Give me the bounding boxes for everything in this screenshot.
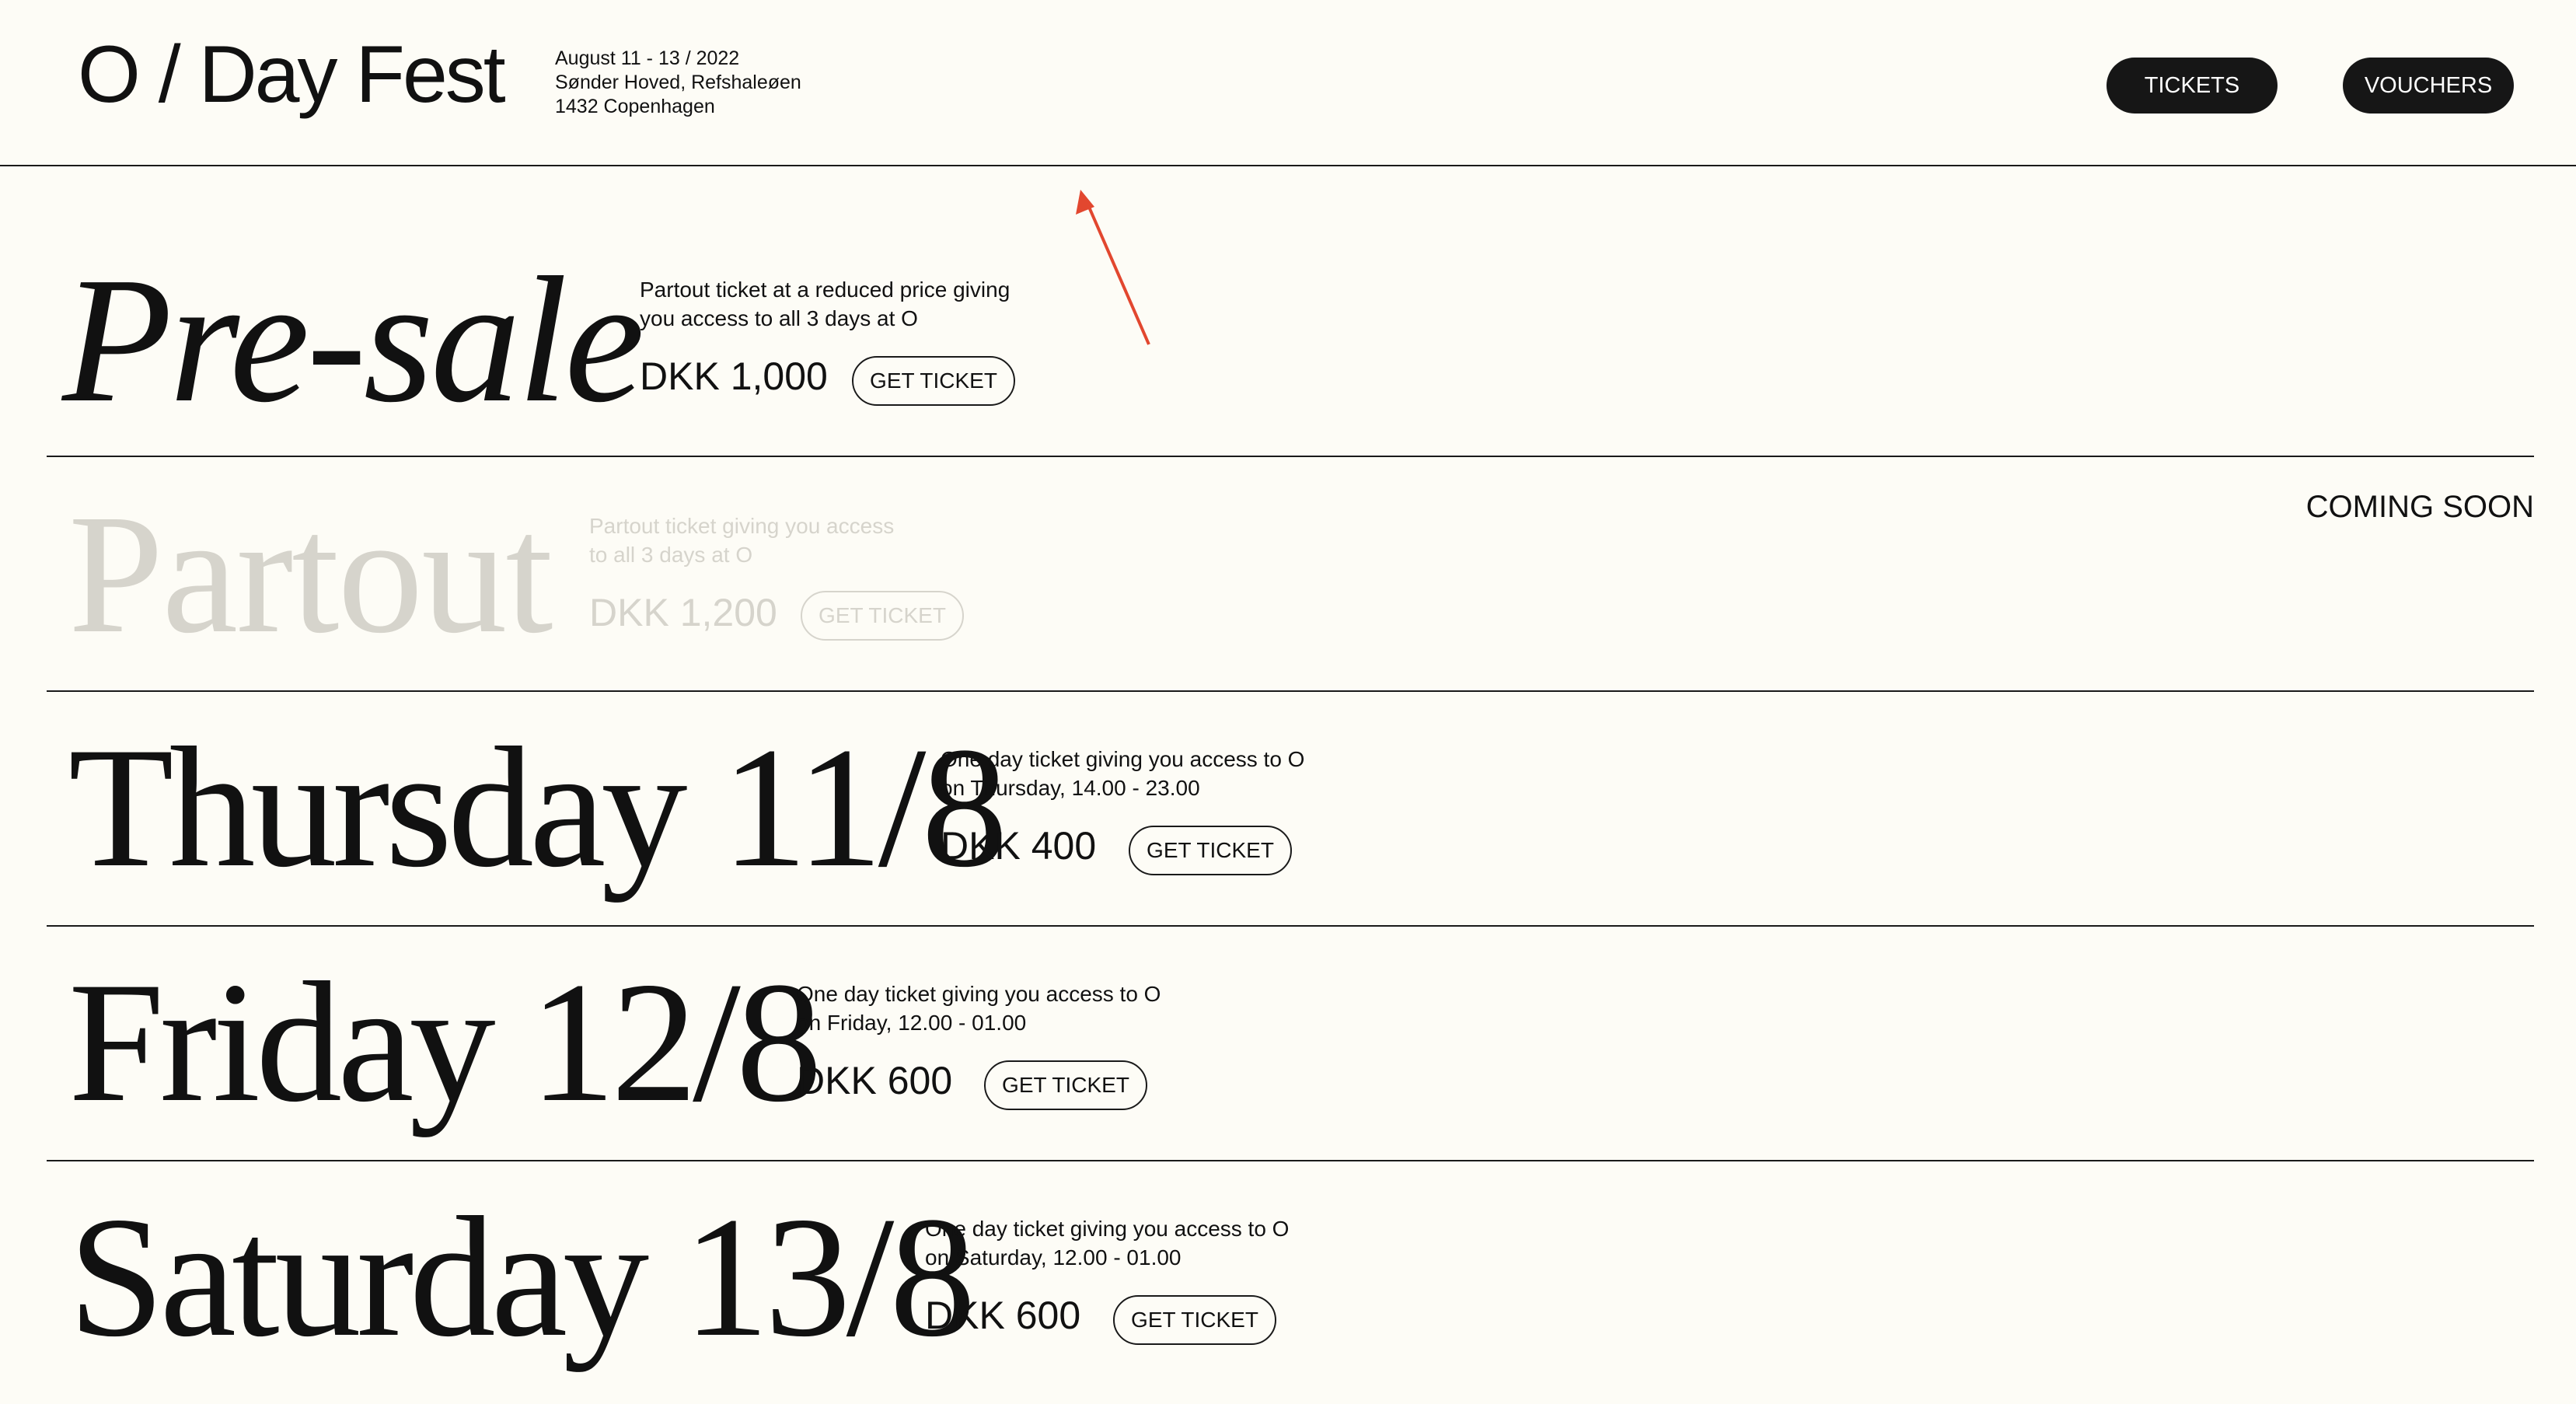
get-ticket-button[interactable]: GET TICKET xyxy=(1129,826,1292,875)
ticket-title: Partout xyxy=(68,479,553,669)
ticket-title: Thursday 11/8 xyxy=(68,712,1007,903)
ticket-row-friday: Friday 12/8 One day ticket giving you ac… xyxy=(47,927,2534,1161)
tickets-nav-button[interactable]: TICKETS xyxy=(2107,58,2278,114)
site-logo[interactable]: O / Day Fest xyxy=(78,28,506,121)
vouchers-nav-button[interactable]: VOUCHERS xyxy=(2343,58,2514,114)
get-ticket-button-disabled: GET TICKET xyxy=(801,591,964,641)
ticket-description: One day ticket giving you access to O on… xyxy=(925,1217,1290,1270)
ticket-price: DKK 1,000 xyxy=(640,354,828,398)
event-address-line2: 1432 Copenhagen xyxy=(555,96,715,117)
site-header: O / Day Fest August 11 - 13 / 2022 Sønde… xyxy=(0,0,2576,166)
ticket-row-saturday: Saturday 13/8 One day ticket giving you … xyxy=(47,1161,2534,1404)
coming-soon-badge: COMING SOON xyxy=(2305,490,2534,524)
ticket-title: Friday 12/8 xyxy=(68,947,822,1138)
ticket-title: Saturday 13/8 xyxy=(68,1182,976,1373)
event-info: August 11 - 13 / 2022 Sønder Hoved, Refs… xyxy=(555,47,801,119)
ticket-row-partout: Partout Partout ticket giving you access… xyxy=(47,457,2534,692)
ticket-description: Partout ticket giving you access to all … xyxy=(589,514,895,567)
ticket-row-thursday: Thursday 11/8 One day ticket giving you … xyxy=(47,692,2534,927)
event-date: August 11 - 13 / 2022 xyxy=(555,47,740,69)
ticket-row-presale: Pre-sale Partout ticket at a reduced pri… xyxy=(47,166,2534,457)
get-ticket-button[interactable]: GET TICKET xyxy=(1113,1295,1276,1345)
event-address-line1: Sønder Hoved, Refshaleøen xyxy=(555,72,801,93)
ticket-title: Pre-sale xyxy=(62,240,644,440)
ticket-price: DKK 600 xyxy=(797,1059,953,1102)
ticket-price: DKK 600 xyxy=(925,1294,1081,1337)
ticket-description: Partout ticket at a reduced price giving… xyxy=(640,278,1011,330)
get-ticket-button[interactable]: GET TICKET xyxy=(984,1060,1147,1110)
get-ticket-button[interactable]: GET TICKET xyxy=(852,356,1015,406)
ticket-description: One day ticket giving you access to O on… xyxy=(797,982,1161,1035)
ticket-price: DKK 1,200 xyxy=(589,591,777,634)
ticket-price: DKK 400 xyxy=(941,824,1097,868)
ticket-description: One day ticket giving you access to O on… xyxy=(941,747,1305,800)
